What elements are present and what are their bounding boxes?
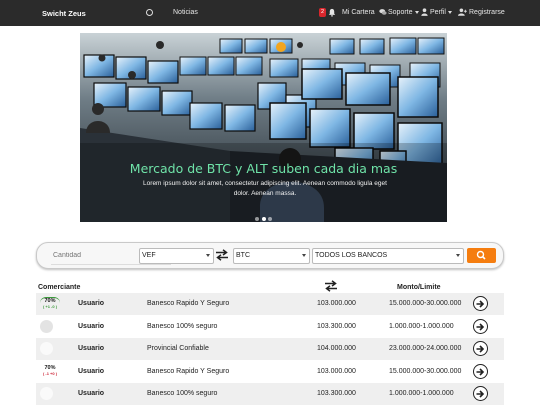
notification-badge: 2 (319, 8, 327, 17)
chevron-down-icon (447, 10, 452, 14)
amount-limit: 23.000.000-24.000.000 (389, 345, 462, 352)
arrow-right-icon (476, 390, 485, 398)
nav-support[interactable]: Soporte (388, 9, 419, 16)
trade-button[interactable] (473, 296, 488, 311)
carousel-dot-active[interactable] (261, 217, 266, 221)
merchant-name[interactable]: Usuario (78, 368, 104, 375)
top-navbar: Swicht Zeus Noticias 2 Mi Cartera Soport… (0, 0, 540, 26)
rating-badge: 70%( +1 -0 ) (40, 297, 60, 311)
bank-name: Banesco Rapido Y Seguro (147, 300, 230, 307)
price: 103.300.000 (317, 390, 356, 397)
nav-register[interactable]: Registrarse (469, 9, 505, 16)
chevron-down-icon (414, 10, 419, 14)
search-button[interactable] (467, 248, 496, 263)
nav-noticias[interactable]: Noticias (173, 9, 198, 16)
table-row: 70%( +1 -0 ) Usuario Banesco Rapido Y Se… (36, 293, 504, 315)
header-limit: Monto/Limite (397, 284, 441, 291)
amount-limit: 1.000.000-1.000.000 (389, 323, 454, 330)
brand-logo[interactable]: Swicht Zeus (42, 9, 86, 18)
nav-wallet[interactable]: Mi Cartera (342, 9, 375, 16)
to-currency-select[interactable]: BTC (233, 248, 310, 264)
avatar (40, 342, 53, 355)
bank-select-value: TODOS LOS BANCOS (315, 252, 388, 259)
trade-button[interactable] (473, 364, 488, 379)
trade-button[interactable] (473, 319, 488, 334)
swap-icon[interactable] (215, 249, 229, 261)
price: 103.300.000 (317, 323, 356, 330)
price: 104.000.000 (317, 345, 356, 352)
chevron-down-icon (206, 254, 210, 257)
support-label: Soporte (388, 9, 413, 16)
rating-votes: ( +1 -0 ) (42, 304, 58, 309)
bank-name: Banesco 100% seguro (147, 390, 218, 397)
chat-icon (379, 9, 387, 15)
trade-button[interactable] (473, 386, 488, 401)
avatar (40, 387, 53, 400)
chevron-down-icon (456, 254, 460, 257)
merchant-name[interactable]: Usuario (78, 300, 104, 307)
table-row: Usuario Banesco 100% seguro 103.300.000 … (36, 383, 504, 405)
carousel-dot[interactable] (267, 217, 272, 221)
table-row: Usuario Provincial Confiable 104.000.000… (36, 338, 504, 360)
arrow-right-icon (476, 345, 485, 353)
carousel-dot[interactable] (255, 217, 260, 221)
bank-name: Provincial Confiable (147, 345, 209, 352)
merchant-name[interactable]: Usuario (78, 323, 104, 330)
rating-value: 70% (40, 297, 60, 304)
arrow-right-icon (476, 368, 485, 376)
avatar (40, 320, 53, 333)
price: 103.000.000 (317, 368, 356, 375)
table-row: 70%( -1 +0 ) Usuario Banesco Rapido Y Se… (36, 361, 504, 383)
circle-icon[interactable] (146, 9, 153, 16)
to-currency-value: BTC (236, 252, 250, 259)
bank-select[interactable]: TODOS LOS BANCOS (312, 248, 464, 264)
bank-name: Banesco Rapido Y Seguro (147, 368, 230, 375)
nav-profile[interactable]: Perfil (430, 9, 452, 16)
hero-carousel[interactable]: Mercado de BTC y ALT suben cada dia mas … (80, 33, 447, 222)
search-bar: VEF BTC TODOS LOS BANCOS (36, 242, 504, 269)
user-icon (421, 8, 428, 16)
add-user-icon (458, 8, 467, 16)
chevron-down-icon (302, 254, 306, 257)
header-merchant: Comerciante (38, 284, 81, 291)
arrow-right-icon (476, 300, 485, 308)
rating-votes: ( -1 +0 ) (42, 371, 58, 376)
arrow-right-icon (476, 323, 485, 331)
carousel-text: Lorem ipsum dolor sit amet, consectetur … (143, 180, 387, 197)
table-row: Usuario Banesco 100% seguro 103.300.000 … (36, 316, 504, 338)
price: 103.000.000 (317, 300, 356, 307)
bank-name: Banesco 100% seguro (147, 323, 218, 330)
trade-button[interactable] (473, 341, 488, 356)
amount-limit: 1.000.000-1.000.000 (389, 390, 454, 397)
profile-label: Perfil (430, 9, 446, 16)
bell-icon[interactable] (328, 8, 336, 17)
swap-icon (325, 280, 337, 292)
amount-limit: 15.000.000-30.000.000 (389, 300, 462, 307)
amount-limit: 15.000.000-30.000.000 (389, 368, 462, 375)
search-icon (476, 250, 486, 260)
from-currency-select[interactable]: VEF (139, 248, 214, 264)
carousel-indicators (80, 208, 447, 222)
carousel-title: Mercado de BTC y ALT suben cada dia mas (129, 161, 398, 176)
rating-badge: 70%( -1 +0 ) (40, 365, 60, 379)
merchant-name[interactable]: Usuario (78, 345, 104, 352)
merchant-name[interactable]: Usuario (78, 390, 104, 397)
from-currency-value: VEF (142, 252, 156, 259)
